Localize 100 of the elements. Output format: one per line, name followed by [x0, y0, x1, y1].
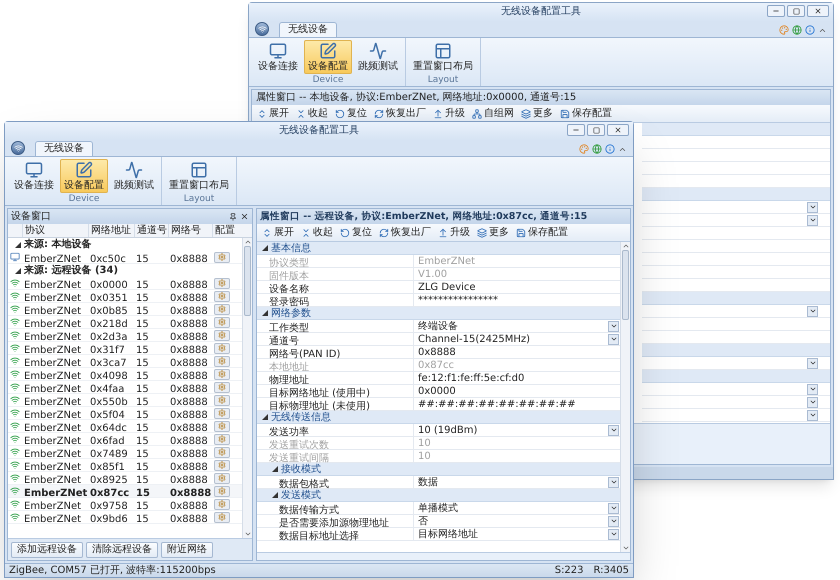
- scroll-thumb[interactable]: [244, 246, 251, 316]
- config-button[interactable]: [214, 512, 230, 522]
- palette-icon[interactable]: [779, 25, 789, 35]
- property-value[interactable]: 目标网络地址: [418, 528, 478, 540]
- toolbar-button[interactable]: 保存配置: [558, 106, 614, 121]
- toolbar-button[interactable]: 保存配置: [514, 225, 570, 240]
- expand-triangle-icon[interactable]: [272, 466, 278, 472]
- ribbon-button[interactable]: 设备配置: [60, 159, 108, 193]
- expand-triangle-icon[interactable]: [262, 414, 268, 420]
- config-button[interactable]: [214, 382, 230, 392]
- toolbar-button[interactable]: 收起: [294, 106, 330, 121]
- pin-icon[interactable]: [229, 212, 237, 220]
- property-value[interactable]: ****************: [418, 294, 498, 306]
- dropdown-button[interactable]: [807, 306, 818, 316]
- ribbon-button[interactable]: 跳频测试: [354, 40, 402, 74]
- toolbar-button[interactable]: 升级: [436, 225, 472, 240]
- config-button[interactable]: [214, 368, 230, 380]
- scroll-down-icon[interactable]: [622, 544, 630, 552]
- toolbar-button[interactable]: 复位: [333, 106, 369, 121]
- property-value[interactable]: fe:12:f1:fe:ff:5e:cf:d0: [418, 372, 524, 384]
- config-button[interactable]: [214, 486, 230, 496]
- scroll-thumb[interactable]: [622, 250, 629, 320]
- config-button[interactable]: [214, 290, 230, 302]
- config-button[interactable]: [214, 472, 230, 484]
- ribbon-tab[interactable]: 无线设备: [35, 141, 93, 156]
- device-row[interactable]: EmberZNet 0x218d 15 0x8888: [8, 316, 242, 329]
- action-button[interactable]: 清除远程设备: [86, 542, 158, 558]
- toolbar-button[interactable]: 复位: [338, 225, 374, 240]
- expand-triangle-icon[interactable]: [15, 242, 21, 248]
- toolbar-button[interactable]: 收起: [299, 225, 335, 240]
- config-button[interactable]: [214, 394, 230, 406]
- device-row[interactable]: EmberZNet 0x87cc 15 0x8888: [8, 485, 242, 498]
- scroll-up-icon[interactable]: [622, 242, 630, 250]
- toolbar-button[interactable]: 更多: [475, 225, 511, 240]
- config-button[interactable]: [214, 498, 230, 510]
- app-orb-icon[interactable]: [11, 141, 25, 155]
- minimize-button[interactable]: [567, 124, 585, 136]
- dropdown-button[interactable]: [807, 396, 818, 408]
- property-value[interactable]: 单播模式: [418, 502, 458, 514]
- dropdown-button[interactable]: [608, 424, 619, 436]
- dropdown-button[interactable]: [608, 320, 619, 332]
- device-row[interactable]: EmberZNet 0x85f1 15 0x8888: [8, 459, 242, 472]
- scroll-down-icon[interactable]: [244, 530, 252, 538]
- config-button[interactable]: [214, 304, 230, 314]
- device-row[interactable]: EmberZNet 0x7489 15 0x8888: [8, 446, 242, 459]
- ribbon-button[interactable]: 设备配置: [304, 40, 352, 74]
- dropdown-button[interactable]: [608, 528, 619, 540]
- device-row[interactable]: EmberZNet 0x4faa 15 0x8888: [8, 381, 242, 394]
- action-button[interactable]: 添加远程设备: [11, 542, 83, 558]
- device-row[interactable]: EmberZNet 0x0b85 15 0x8888: [8, 303, 242, 316]
- property-value[interactable]: ZLG Device: [418, 280, 476, 294]
- device-row[interactable]: EmberZNet 0x31f7 15 0x8888: [8, 342, 242, 355]
- scrollbar[interactable]: [242, 238, 252, 538]
- group-header[interactable]: 发送模式: [257, 489, 620, 502]
- toolbar-button[interactable]: 展开: [260, 225, 296, 240]
- property-value[interactable]: 0x0000: [418, 384, 456, 398]
- device-row[interactable]: EmberZNet 0x2d3a 15 0x8888: [8, 329, 242, 342]
- group-header[interactable]: 无线传送信息: [257, 411, 620, 424]
- device-row[interactable]: EmberZNet 0x64dc 15 0x8888: [8, 420, 242, 433]
- device-row[interactable]: EmberZNet 0x550b 15 0x8888: [8, 394, 242, 407]
- config-button[interactable]: [214, 420, 230, 432]
- expand-triangle-icon[interactable]: [262, 245, 268, 251]
- column-header[interactable]: 网络地址: [88, 224, 134, 237]
- toolbar-button[interactable]: 恢复出厂: [372, 106, 428, 121]
- expand-triangle-icon[interactable]: [272, 492, 278, 498]
- info-icon[interactable]: [805, 25, 815, 35]
- config-button[interactable]: [214, 316, 230, 328]
- toolbar-button[interactable]: 更多: [519, 106, 555, 121]
- ribbon-button[interactable]: 设备连接: [10, 159, 58, 193]
- app-orb-icon[interactable]: [255, 22, 269, 36]
- config-button[interactable]: [214, 342, 230, 354]
- ribbon-button[interactable]: 跳频测试: [110, 159, 158, 193]
- column-header[interactable]: 通道号: [134, 224, 168, 237]
- minimize-button[interactable]: [767, 5, 785, 17]
- close-button[interactable]: [807, 5, 829, 17]
- config-button[interactable]: [214, 330, 230, 340]
- dropdown-button[interactable]: [608, 516, 619, 526]
- scroll-up-icon[interactable]: [244, 238, 252, 246]
- device-row[interactable]: EmberZNet 0x9758 15 0x8888: [8, 498, 242, 511]
- config-button[interactable]: [214, 446, 230, 458]
- dropdown-button[interactable]: [807, 410, 818, 420]
- globe-icon[interactable]: [792, 25, 802, 35]
- ribbon-button[interactable]: 设备连接: [254, 40, 302, 74]
- property-value[interactable]: 否: [418, 514, 428, 528]
- toolbar-button[interactable]: 升级: [431, 106, 467, 121]
- column-header[interactable]: 网络号: [168, 224, 212, 237]
- device-row[interactable]: EmberZNet 0x0351 15 0x8888: [8, 290, 242, 303]
- scrollbar[interactable]: [620, 242, 630, 552]
- property-value[interactable]: 数据: [418, 476, 438, 488]
- ribbon-button[interactable]: 重置窗口布局: [409, 40, 477, 74]
- property-value[interactable]: 10 (19dBm): [418, 424, 478, 436]
- group-header[interactable]: 基本信息: [257, 242, 620, 255]
- ribbon-tab[interactable]: 无线设备: [279, 22, 337, 37]
- action-button[interactable]: 附近网络: [161, 542, 213, 558]
- maximize-button[interactable]: [587, 124, 605, 136]
- dropdown-button[interactable]: [807, 202, 818, 212]
- toolbar-button[interactable]: 自组网: [470, 106, 516, 121]
- config-button[interactable]: [214, 408, 230, 418]
- dropdown-button[interactable]: [608, 476, 619, 488]
- palette-icon[interactable]: [579, 144, 589, 154]
